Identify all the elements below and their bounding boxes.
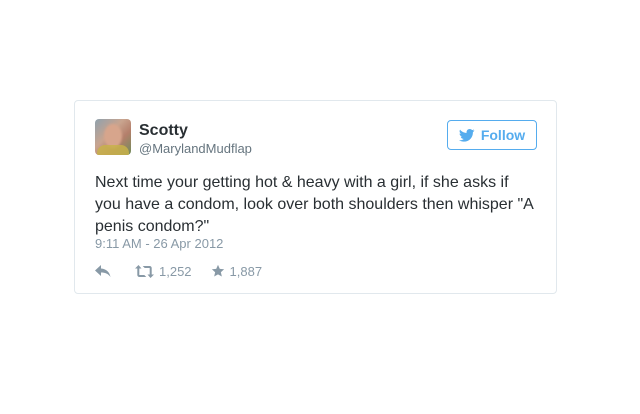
- star-icon: [211, 264, 225, 278]
- twitter-bird-icon: [458, 128, 475, 142]
- user-handle[interactable]: @MarylandMudflap: [139, 141, 252, 157]
- retweet-count: 1,252: [159, 263, 192, 279]
- tweet-timestamp[interactable]: 9:11 AM - 26 Apr 2012: [95, 236, 223, 252]
- follow-button[interactable]: Follow: [447, 120, 537, 150]
- avatar-shirt: [97, 145, 129, 155]
- reply-icon: [95, 265, 111, 277]
- tweet-card: Scotty @MarylandMudflap Follow Next time…: [74, 100, 557, 294]
- favorite-button[interactable]: 1,887: [211, 263, 263, 279]
- user-display-name[interactable]: Scotty: [139, 121, 188, 141]
- tweet-actions: 1,252 1,887: [95, 262, 262, 280]
- avatar[interactable]: [95, 119, 131, 155]
- tweet-text: Next time your getting hot & heavy with …: [95, 174, 533, 235]
- follow-button-label: Follow: [480, 127, 526, 143]
- retweet-button[interactable]: 1,252: [135, 264, 192, 279]
- retweet-icon: [135, 264, 154, 278]
- favorite-count: 1,887: [229, 263, 263, 279]
- reply-button[interactable]: [95, 265, 111, 277]
